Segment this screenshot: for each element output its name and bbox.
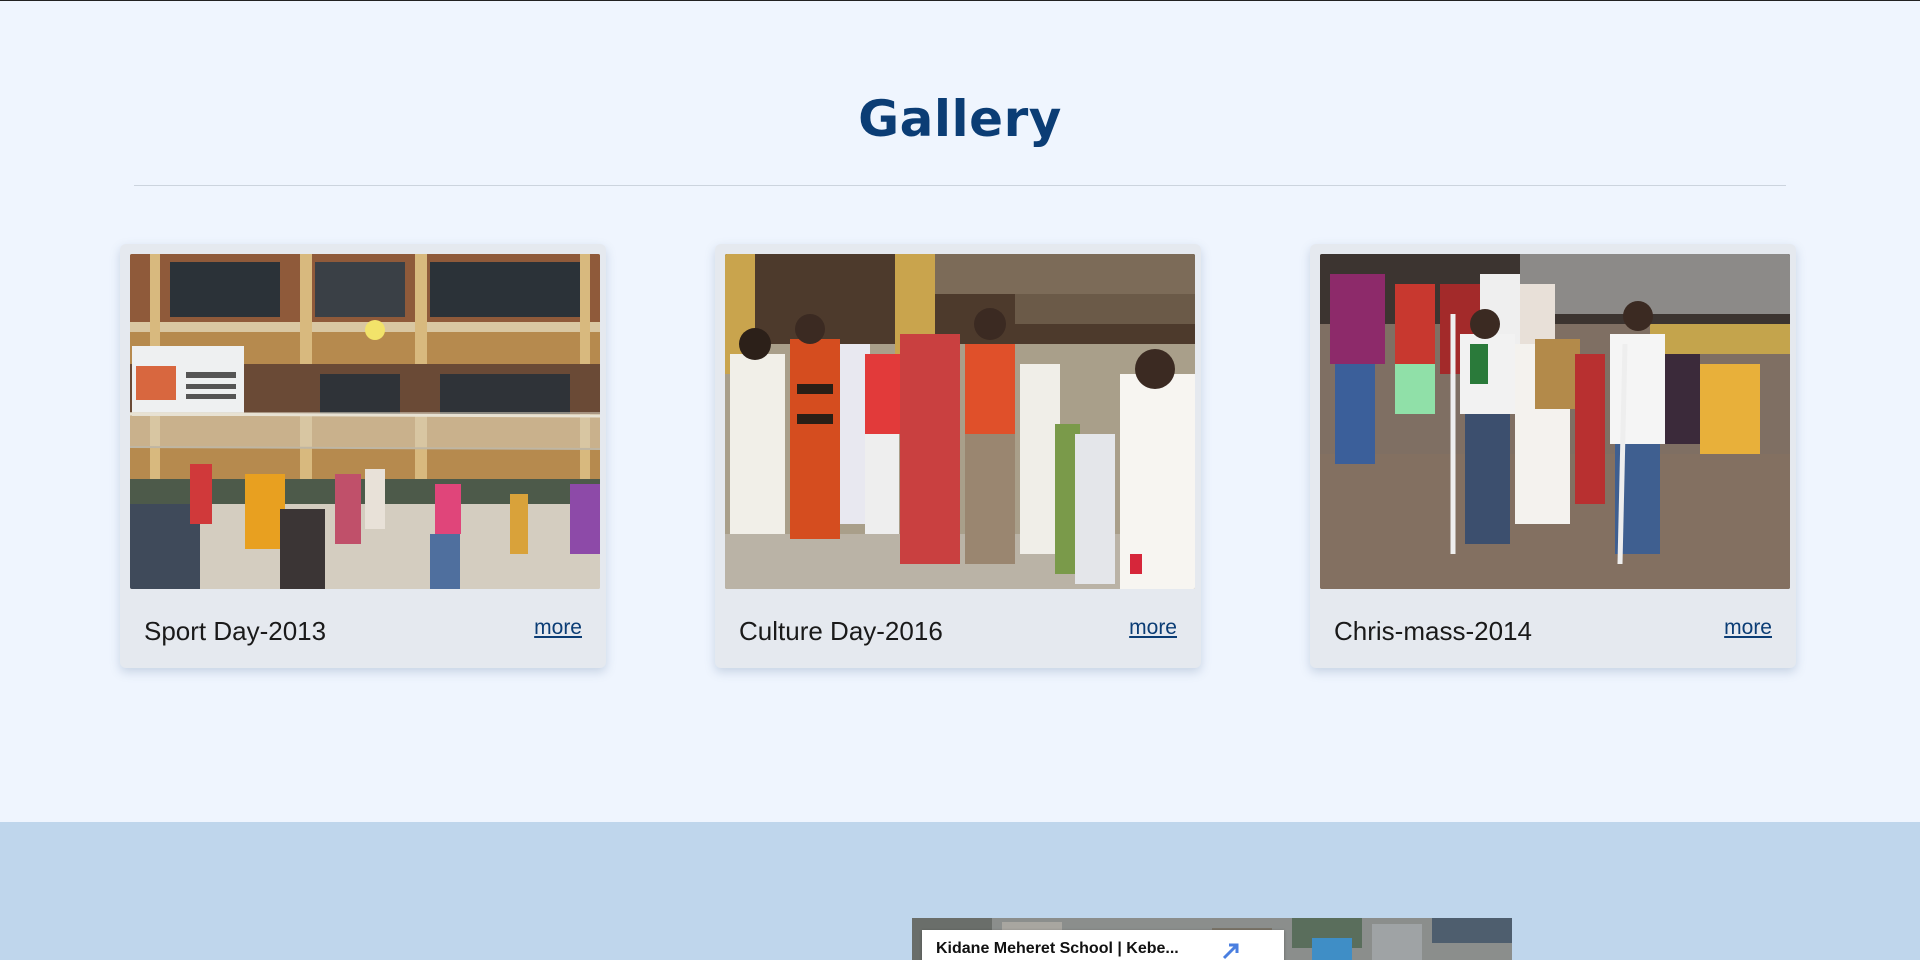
gallery-card-culture-day[interactable]: Culture Day-2016 more [715,244,1201,668]
section-divider [134,185,1786,186]
gallery-heading: Gallery [858,90,1062,148]
more-link[interactable]: more [1724,616,1772,640]
map-place-title: Kidane Meheret School | Kebe... [936,940,1179,957]
culture-day-photo[interactable] [725,254,1195,589]
card-caption: Culture Day-2016 [739,616,943,646]
top-border [0,0,1920,1]
sport-day-photo[interactable] [130,254,600,589]
card-caption: Sport Day-2013 [144,616,327,646]
map-place-card[interactable]: Kidane Meheret School | Kebe... [922,930,1284,960]
card-caption: Chris-mass-2014 [1334,616,1532,646]
gallery-card-sport-day[interactable]: Sport Day-2013 more [120,244,606,668]
christmas-photo[interactable] [1320,254,1790,589]
expand-map-icon[interactable] [1220,940,1242,960]
gallery-card-christmas[interactable]: Chris-mass-2014 more [1310,244,1796,668]
embedded-map[interactable]: Kidane Meheret School | Kebe... [912,918,1512,960]
more-link[interactable]: more [1129,616,1177,640]
more-link[interactable]: more [534,616,582,640]
